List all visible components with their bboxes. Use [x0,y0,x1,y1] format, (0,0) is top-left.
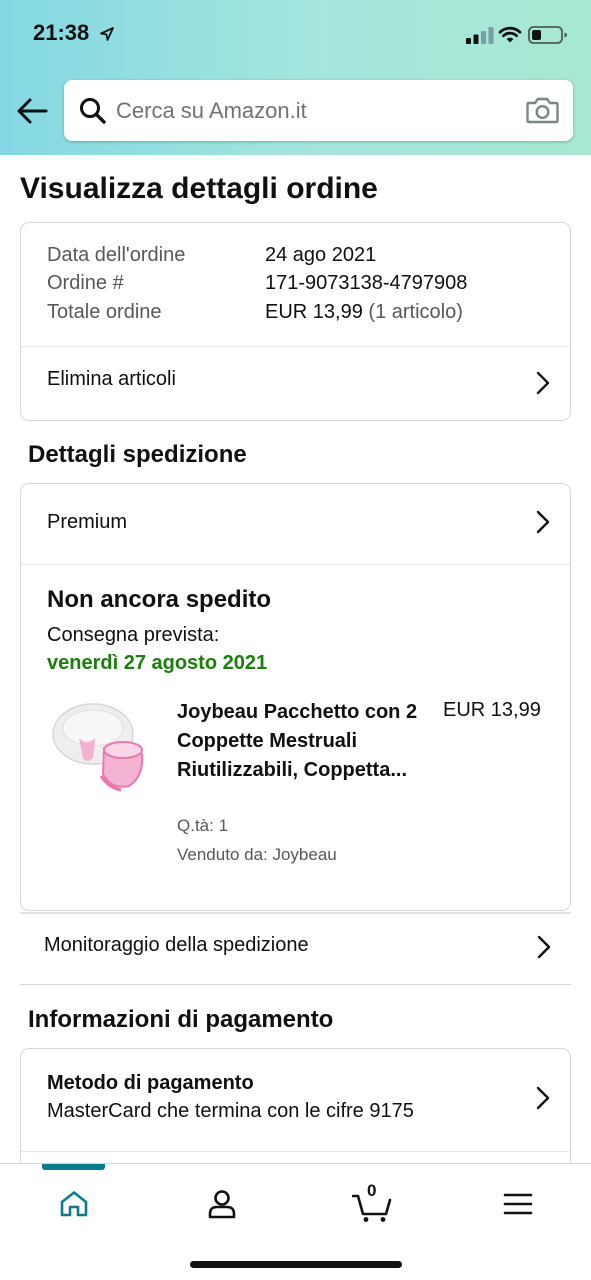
track-shipment-row[interactable]: Monitoraggio della spedizione [20,912,571,985]
active-tab-indicator [42,1164,105,1170]
order-item-count: (1 articolo) [368,301,463,323]
shipment-card: Premium Non ancora spedito Consegna prev… [20,483,571,911]
home-icon [60,1191,88,1217]
signal-icon [466,27,494,44]
divider [21,1151,570,1152]
payment-method-value: MasterCard che termina con le cifre 9175 [47,1100,414,1122]
page-title: Visualizza dettagli ordine [20,172,378,205]
home-indicator [190,1261,402,1268]
product-image[interactable] [49,698,151,798]
order-number-label: Ordine # [47,272,124,294]
back-arrow-icon[interactable] [14,94,50,128]
nav-home[interactable] [44,1184,104,1224]
payment-method-row[interactable]: Metodo di pagamento MasterCard che termi… [21,1049,570,1151]
payment-section-title: Informazioni di pagamento [28,1006,334,1033]
search-bar[interactable] [64,80,573,141]
wifi-icon [498,26,522,43]
order-date-value: 24 ago 2021 [265,244,377,266]
product-title-link[interactable]: Joybeau Pacchetto con 2 Coppette Mestrua… [177,698,427,785]
app-header: 21:38 [0,0,591,155]
search-input[interactable] [116,92,516,130]
nav-menu[interactable] [488,1184,548,1224]
divider [21,564,570,565]
status-time: 21:38 [33,20,90,45]
battery-icon [528,26,567,44]
shipping-service-row[interactable]: Premium [21,484,570,564]
camera-icon[interactable] [526,96,559,124]
chevron-right-icon [536,510,550,534]
search-icon [80,98,106,124]
delete-items-label: Elimina articoli [47,368,176,390]
chevron-right-icon [537,935,551,959]
product-price: EUR 13,99 [443,699,541,721]
location-arrow-icon [100,27,114,41]
divider [20,984,571,985]
order-total-amount: EUR 13,99 [265,301,363,323]
order-date-label: Data dell'ordine [47,244,186,266]
chevron-right-icon [536,1086,550,1110]
order-number-value: 171-9073138-4797908 [265,272,468,294]
delivery-estimate-label: Consegna prevista: [47,624,220,646]
order-summary-card: Data dell'ordine 24 ago 2021 Ordine # 17… [20,222,571,421]
product-quantity: Q.tà: 1 [177,816,229,835]
menu-icon [503,1193,533,1215]
account-icon [208,1190,236,1219]
payment-method-label: Metodo di pagamento [47,1072,254,1094]
order-total-label: Totale ordine [47,301,162,323]
order-total-value: EUR 13,99 (1 articolo) [265,301,463,324]
shipping-section-title: Dettagli spedizione [28,441,247,468]
shipment-status: Non ancora spedito [47,586,272,613]
cart-count-badge: 0 [367,1181,377,1200]
product-seller: Venduto da: Joybeau [177,845,337,864]
track-shipment-label: Monitoraggio della spedizione [44,934,309,956]
chevron-right-icon [536,371,550,395]
nav-account[interactable] [192,1184,252,1224]
divider [20,912,571,914]
nav-cart[interactable]: 0 [342,1181,402,1224]
shipping-service-label: Premium [47,511,128,533]
delivery-estimate-date: venerdì 27 agosto 2021 [47,652,268,674]
delete-items-row[interactable]: Elimina articoli [21,347,570,420]
